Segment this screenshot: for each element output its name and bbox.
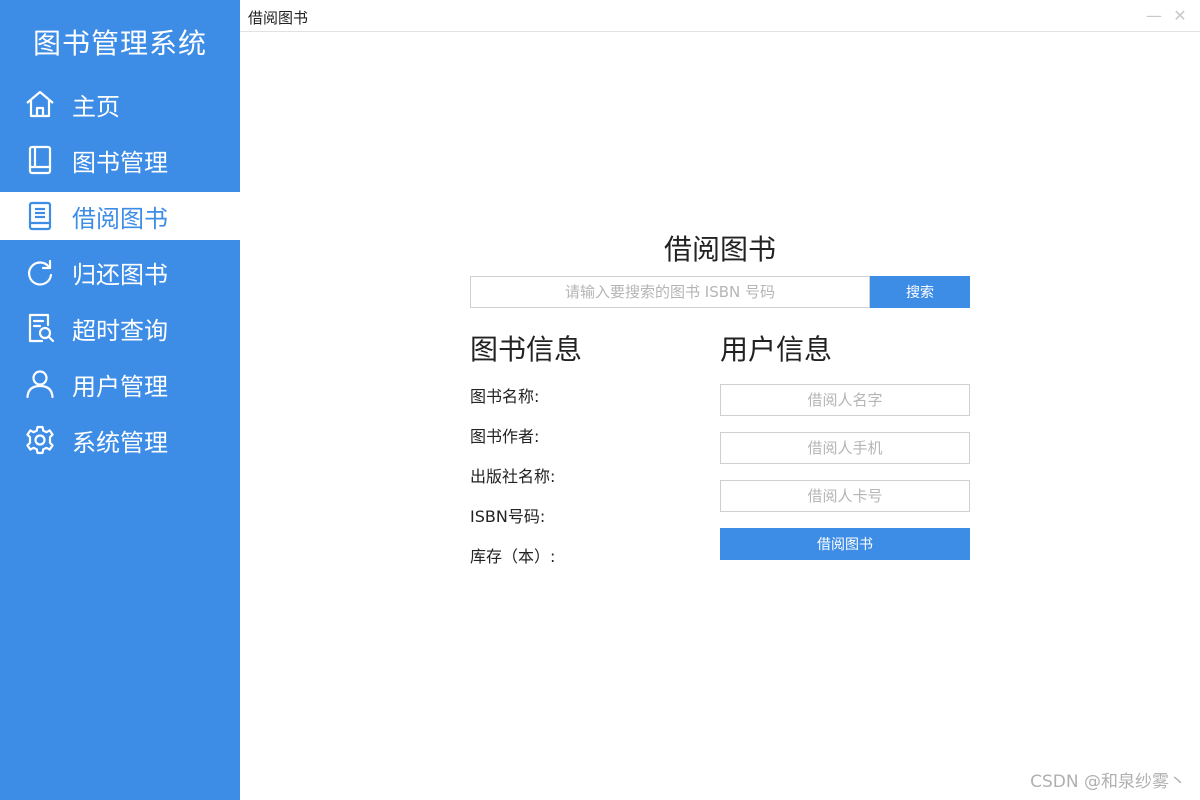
sidebar-item-label: 归还图书 [72, 260, 168, 289]
sidebar-item-borrow-book[interactable]: 借阅图书 [0, 192, 240, 240]
isbn-label: ISBN号码: [470, 507, 546, 526]
sidebar: 图书管理系统 主页 图书管理 借阅图书 归还图书 超时查询 用户管理 系统管理 [0, 0, 240, 800]
sidebar-nav: 主页 图书管理 借阅图书 归还图书 超时查询 用户管理 系统管理 [0, 80, 240, 472]
search-button[interactable]: 搜索 [870, 276, 970, 308]
sidebar-item-label: 超时查询 [72, 316, 168, 345]
sidebar-item-label: 借阅图书 [72, 204, 168, 233]
minimize-button[interactable]: — [1144, 6, 1164, 26]
home-icon [22, 86, 58, 122]
book-name-label: 图书名称: [470, 387, 540, 406]
sidebar-item-home[interactable]: 主页 [0, 80, 240, 128]
watermark: CSDN @和泉纱雾丶 [1030, 772, 1186, 792]
page-title: 借阅图书 [663, 233, 776, 266]
user-info-heading: 用户信息 [720, 333, 833, 366]
book-info-heading: 图书信息 [470, 333, 583, 366]
window-titlebar: 借阅图书 — ✕ [240, 0, 1200, 32]
sidebar-item-user-management[interactable]: 用户管理 [0, 360, 240, 408]
borrower-phone-input[interactable] [720, 432, 970, 464]
sidebar-item-label: 用户管理 [72, 372, 168, 401]
sidebar-item-label: 图书管理 [72, 148, 168, 177]
sidebar-item-system-management[interactable]: 系统管理 [0, 416, 240, 464]
book-icon [22, 142, 58, 178]
sidebar-item-label: 系统管理 [72, 428, 168, 457]
sidebar-item-book-management[interactable]: 图书管理 [0, 136, 240, 184]
gear-icon [22, 422, 58, 458]
sidebar-item-return-book[interactable]: 归还图书 [0, 248, 240, 296]
close-button[interactable]: ✕ [1170, 6, 1190, 26]
borrow-book-icon [22, 198, 58, 234]
app-title: 图书管理系统 [32, 27, 207, 60]
window-title: 借阅图书 [248, 9, 309, 27]
sidebar-item-label: 主页 [72, 92, 120, 121]
borrow-book-button[interactable]: 借阅图书 [720, 528, 970, 560]
borrower-card-input[interactable] [720, 480, 970, 512]
return-icon [22, 254, 58, 290]
publisher-name-label: 出版社名称: [470, 467, 556, 486]
user-icon [22, 366, 58, 402]
stock-label: 库存（本）: [470, 547, 556, 566]
sidebar-item-overdue-query[interactable]: 超时查询 [0, 304, 240, 352]
book-author-label: 图书作者: [470, 427, 540, 446]
borrower-name-input[interactable] [720, 384, 970, 416]
isbn-search-input[interactable] [470, 276, 870, 308]
overdue-search-icon [22, 310, 58, 346]
